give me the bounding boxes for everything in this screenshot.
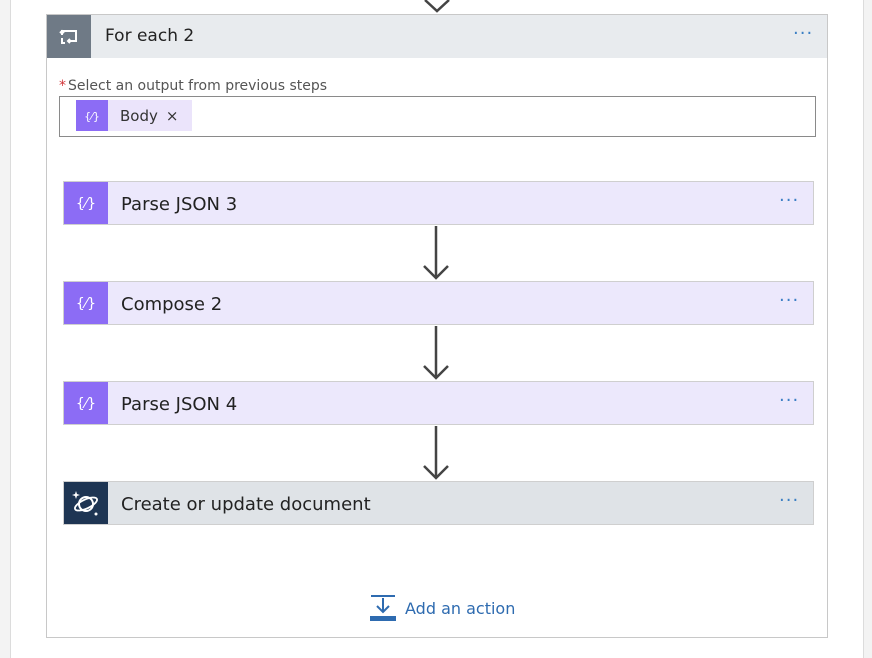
data-operation-icon: {⁄} (64, 382, 108, 424)
required-marker: * (59, 78, 66, 94)
cosmos-db-icon (64, 482, 108, 524)
connector-arrow (423, 426, 449, 480)
svg-text:{⁄}: {⁄} (76, 296, 96, 312)
for-each-loop: For each 2 ··· * Select an output from pr… (46, 14, 828, 638)
add-action-label: Add an action (405, 598, 516, 618)
action-title: Parse JSON 3 (121, 194, 238, 215)
action-more-icon[interactable]: ··· (779, 192, 799, 210)
select-output-label-text: Select an output from previous steps (68, 78, 328, 94)
loop-more-icon[interactable]: ··· (793, 25, 813, 43)
action-more-icon[interactable]: ··· (779, 292, 799, 310)
data-operation-icon: {⁄} (76, 100, 108, 131)
action-create-or-update-document[interactable]: Create or update document ··· (63, 481, 814, 525)
action-title: Create or update document (121, 494, 371, 515)
svg-text:{⁄}: {⁄} (84, 110, 100, 123)
action-compose-2[interactable]: {⁄} Compose 2 ··· (63, 281, 814, 325)
loop-title: For each 2 (105, 26, 195, 46)
action-more-icon[interactable]: ··· (779, 492, 799, 510)
loop-icon (47, 15, 91, 58)
connector-arrow (423, 326, 449, 380)
token-label: Body (120, 106, 158, 125)
loop-header[interactable]: For each 2 ··· (47, 15, 827, 58)
add-action-icon (370, 595, 396, 621)
action-title: Compose 2 (121, 294, 223, 315)
svg-text:{⁄}: {⁄} (76, 396, 96, 412)
action-title: Parse JSON 4 (121, 394, 238, 415)
svg-text:{⁄}: {⁄} (76, 196, 96, 212)
data-operation-icon: {⁄} (64, 182, 108, 224)
token-remove-icon[interactable]: × (166, 107, 179, 125)
data-operation-icon: {⁄} (64, 282, 108, 324)
action-more-icon[interactable]: ··· (779, 392, 799, 410)
action-parse-json-3[interactable]: {⁄} Parse JSON 3 ··· (63, 181, 814, 225)
select-output-input[interactable]: {⁄} Body × (59, 96, 816, 137)
select-output-label: * Select an output from previous steps (59, 78, 327, 94)
add-action-button[interactable]: Add an action (369, 593, 515, 623)
connector-arrow (423, 226, 449, 280)
body-token[interactable]: {⁄} Body × (76, 100, 192, 131)
action-parse-json-4[interactable]: {⁄} Parse JSON 4 ··· (63, 381, 814, 425)
